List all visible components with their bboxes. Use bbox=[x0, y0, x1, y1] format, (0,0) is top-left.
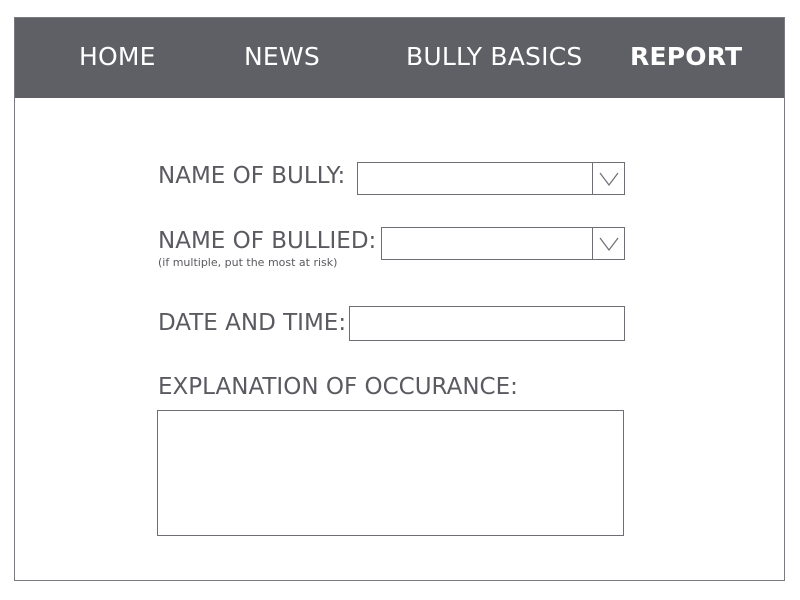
nav-home[interactable]: HOME bbox=[79, 18, 156, 98]
bully-name-select[interactable] bbox=[357, 162, 625, 195]
bully-name-label: NAME OF BULLY: bbox=[158, 163, 346, 189]
chevron-down-icon[interactable] bbox=[592, 228, 624, 259]
date-time-input[interactable] bbox=[349, 306, 625, 341]
bullied-name-select[interactable] bbox=[381, 227, 625, 260]
date-time-label: DATE AND TIME: bbox=[158, 310, 347, 336]
app-frame: HOME NEWS BULLY BASICS REPORT NAME OF BU… bbox=[14, 17, 785, 581]
nav-report[interactable]: REPORT bbox=[630, 18, 742, 98]
explanation-textarea[interactable] bbox=[157, 410, 624, 536]
top-navbar: HOME NEWS BULLY BASICS REPORT bbox=[15, 18, 784, 98]
bully-name-value bbox=[364, 163, 584, 194]
bullied-name-hint: (if multiple, put the most at risk) bbox=[158, 256, 338, 269]
explanation-label: EXPLANATION OF OCCURANCE: bbox=[158, 374, 518, 400]
chevron-down-icon[interactable] bbox=[592, 163, 624, 194]
nav-news[interactable]: NEWS bbox=[244, 18, 320, 98]
nav-bully-basics[interactable]: BULLY BASICS bbox=[406, 18, 582, 98]
bullied-name-value bbox=[388, 228, 584, 259]
bullied-name-label: NAME OF BULLIED: bbox=[158, 228, 377, 254]
